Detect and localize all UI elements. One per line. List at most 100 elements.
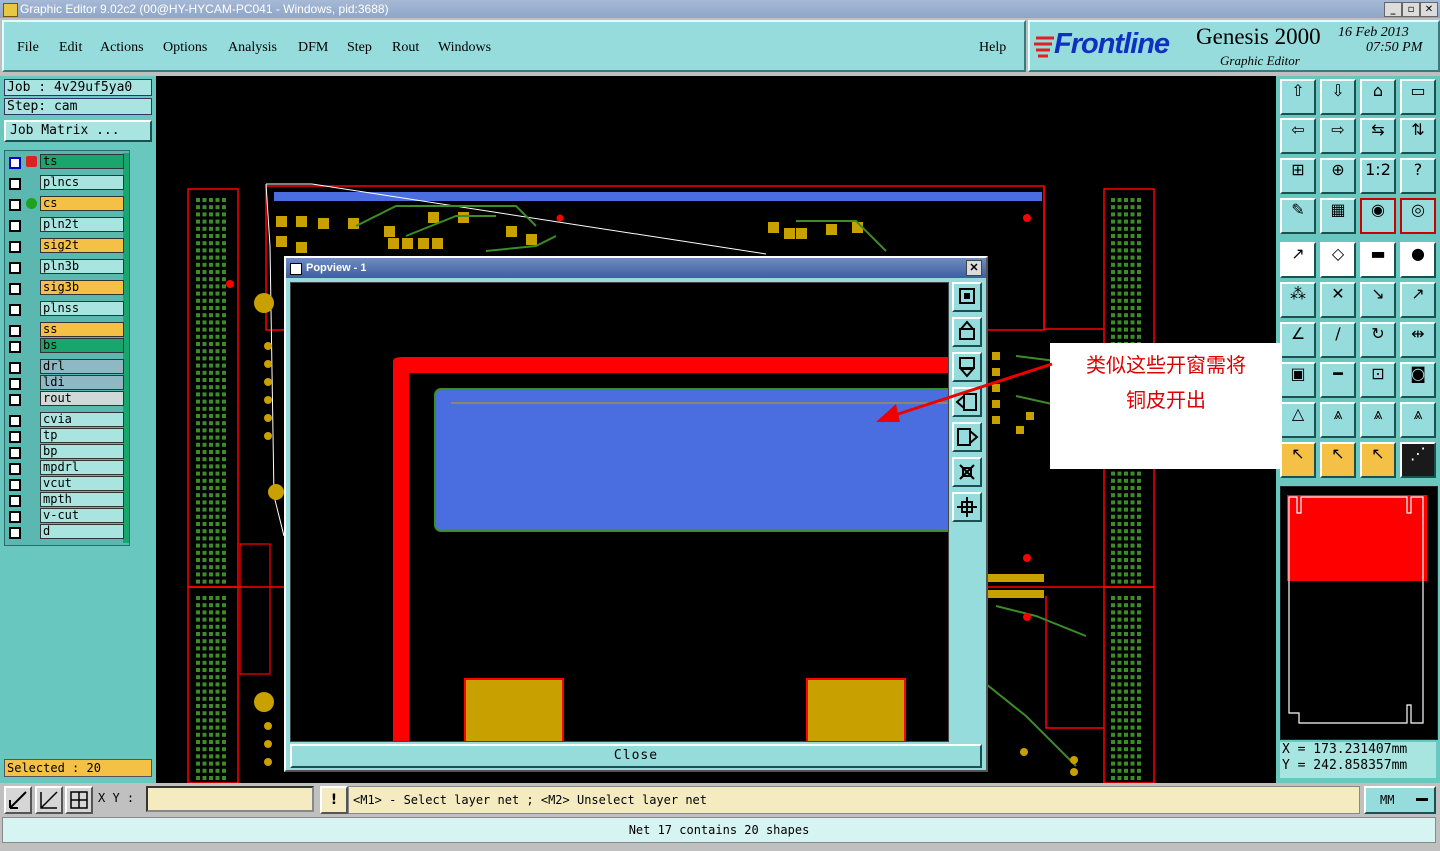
menu-edit[interactable]: Edit bbox=[59, 40, 82, 56]
overview-map[interactable] bbox=[1280, 486, 1438, 740]
popview-zoom-out-icon[interactable] bbox=[952, 492, 982, 522]
window-close-button[interactable]: ✕ bbox=[1420, 2, 1438, 17]
layer-row-bs[interactable]: bs bbox=[6, 338, 124, 354]
select-pointer-icon[interactable]: ↖ bbox=[1320, 442, 1356, 478]
menu-actions[interactable]: Actions bbox=[100, 40, 144, 56]
select-area-icon[interactable]: ↖ bbox=[1360, 442, 1396, 478]
pad-measure-icon[interactable]: ▣ bbox=[1280, 362, 1316, 398]
zoom-home-icon[interactable]: ⇧ bbox=[1280, 79, 1316, 115]
layer-checkbox[interactable] bbox=[9, 262, 21, 274]
layer-row-mpdrl[interactable]: mpdrl bbox=[6, 460, 124, 476]
triangle-c-icon[interactable]: ⩓ bbox=[1400, 402, 1436, 438]
snap-circles-icon[interactable]: ◙ bbox=[1400, 362, 1436, 398]
pad-icon[interactable]: ● bbox=[1400, 242, 1436, 278]
layer-row-pln3b[interactable]: pln3b bbox=[6, 259, 124, 275]
layer-row-vcut[interactable]: vcut bbox=[6, 476, 124, 492]
add-feature-icon[interactable]: ↗ bbox=[1280, 242, 1316, 278]
snap-pad-icon[interactable]: ◉ bbox=[1360, 198, 1396, 234]
layer-checkbox[interactable] bbox=[9, 495, 21, 507]
layer-checkbox[interactable] bbox=[9, 241, 21, 253]
fit-icon[interactable]: ⊞ bbox=[1280, 158, 1316, 194]
layer-row-mpth[interactable]: mpth bbox=[6, 492, 124, 508]
layer-row-plnss[interactable]: plnss bbox=[6, 301, 124, 317]
layer-row-tp[interactable]: tp bbox=[6, 428, 124, 444]
popview-up-icon[interactable] bbox=[952, 317, 982, 347]
layer-row-pln2t[interactable]: pln2t bbox=[6, 217, 124, 233]
draw-line-icon[interactable]: ∠ bbox=[1280, 322, 1316, 358]
layer-row-rout[interactable]: rout bbox=[6, 391, 124, 407]
move-pad-icon[interactable]: ↘ bbox=[1360, 282, 1396, 318]
layer-checkbox[interactable] bbox=[9, 362, 21, 374]
layer-row-plncs[interactable]: plncs bbox=[6, 175, 124, 191]
exclamation-icon[interactable]: ! bbox=[320, 786, 348, 814]
menu-file[interactable]: File bbox=[17, 40, 39, 56]
layer-checkbox[interactable] bbox=[9, 199, 21, 211]
layer-checkbox[interactable] bbox=[9, 394, 21, 406]
net-select-icon[interactable]: ⋰ bbox=[1400, 442, 1436, 478]
layer-checkbox[interactable] bbox=[9, 341, 21, 353]
layer-checkbox[interactable] bbox=[9, 431, 21, 443]
layer-checkbox[interactable] bbox=[9, 415, 21, 427]
layer-row-cs[interactable]: cs bbox=[6, 196, 124, 212]
grid-snap-icon[interactable] bbox=[65, 786, 93, 814]
layer-row-ldi[interactable]: ldi bbox=[6, 375, 124, 391]
triangle-b-icon[interactable]: ⩓ bbox=[1360, 402, 1396, 438]
minimize-button[interactable]: _ bbox=[1384, 2, 1402, 17]
menu-options[interactable]: Options bbox=[163, 40, 207, 56]
copy-pad-icon[interactable]: ↗ bbox=[1400, 282, 1436, 318]
home-icon[interactable]: ⌂ bbox=[1360, 79, 1396, 115]
layer-checkbox[interactable] bbox=[9, 527, 21, 539]
snap-net-icon[interactable]: ◎ bbox=[1400, 198, 1436, 234]
layer-row-ts[interactable]: ts bbox=[6, 154, 124, 170]
help-query-icon[interactable]: ? bbox=[1400, 158, 1436, 194]
layer-checkbox[interactable] bbox=[9, 463, 21, 475]
window-icon[interactable]: ▭ bbox=[1400, 79, 1436, 115]
layer-checkbox[interactable] bbox=[9, 511, 21, 523]
measure-icon[interactable]: ⊡ bbox=[1360, 362, 1396, 398]
job-matrix-button[interactable]: Job Matrix ... bbox=[4, 120, 152, 142]
layer-row-sig2t[interactable]: sig2t bbox=[6, 238, 124, 254]
layer-checkbox[interactable] bbox=[9, 325, 21, 337]
cut-line-icon[interactable]: ∕ bbox=[1320, 322, 1356, 358]
popview-close-icon[interactable]: ✕ bbox=[966, 260, 982, 276]
layer-row-sig3b[interactable]: sig3b bbox=[6, 280, 124, 296]
pointer-icon[interactable]: ↖ bbox=[1280, 442, 1316, 478]
units-select[interactable]: MM bbox=[1364, 786, 1436, 814]
scale-1to1-icon[interactable]: 1:2 bbox=[1360, 158, 1396, 194]
layer-checkbox[interactable] bbox=[9, 283, 21, 295]
zoom-area-icon[interactable] bbox=[4, 786, 32, 814]
pan-right-icon[interactable]: ⇨ bbox=[1320, 118, 1356, 154]
menu-help[interactable]: Help bbox=[979, 40, 1006, 56]
layer-row-ss[interactable]: ss bbox=[6, 322, 124, 338]
menu-dfm[interactable]: DFM bbox=[298, 40, 328, 56]
ruler-icon[interactable]: ▬ bbox=[1360, 242, 1396, 278]
layer-checkbox[interactable] bbox=[9, 157, 21, 169]
popview-close-button[interactable]: Close bbox=[290, 744, 982, 768]
layer-checkbox[interactable] bbox=[9, 220, 21, 232]
popview-canvas[interactable] bbox=[290, 282, 949, 742]
menu-windows[interactable]: Windows bbox=[438, 40, 491, 56]
menu-analysis[interactable]: Analysis bbox=[228, 40, 277, 56]
layer-checkbox[interactable] bbox=[9, 304, 21, 316]
split-icon[interactable]: ⇹ bbox=[1400, 322, 1436, 358]
grid-icon[interactable]: ▦ bbox=[1320, 198, 1356, 234]
maximize-button[interactable]: ▫ bbox=[1402, 2, 1420, 17]
flip-icon[interactable]: ⇅ bbox=[1400, 118, 1436, 154]
menu-step[interactable]: Step bbox=[347, 40, 372, 56]
layer-row-drl[interactable]: drl bbox=[6, 359, 124, 375]
pan-left-icon[interactable]: ⇦ bbox=[1280, 118, 1316, 154]
layer-checkbox[interactable] bbox=[9, 378, 21, 390]
triangle-a-icon[interactable]: ⩓ bbox=[1320, 402, 1356, 438]
layer-row-v-cut[interactable]: v-cut bbox=[6, 508, 124, 524]
layer-checkbox[interactable] bbox=[9, 178, 21, 190]
zoom-in-icon[interactable]: ⇩ bbox=[1320, 79, 1356, 115]
edit-shape-icon[interactable]: ◇ bbox=[1320, 242, 1356, 278]
popview-zoom-fit-icon[interactable] bbox=[952, 282, 982, 312]
connect-icon[interactable]: ⁂ bbox=[1280, 282, 1316, 318]
center-icon[interactable]: ⊕ bbox=[1320, 158, 1356, 194]
mirror-icon[interactable]: ⇆ bbox=[1360, 118, 1396, 154]
palette-icon[interactable]: ✎ bbox=[1280, 198, 1316, 234]
cross-icon[interactable]: ✕ bbox=[1320, 282, 1356, 318]
menu-rout[interactable]: Rout bbox=[392, 40, 419, 56]
zoom-diagonal-icon[interactable] bbox=[35, 786, 63, 814]
